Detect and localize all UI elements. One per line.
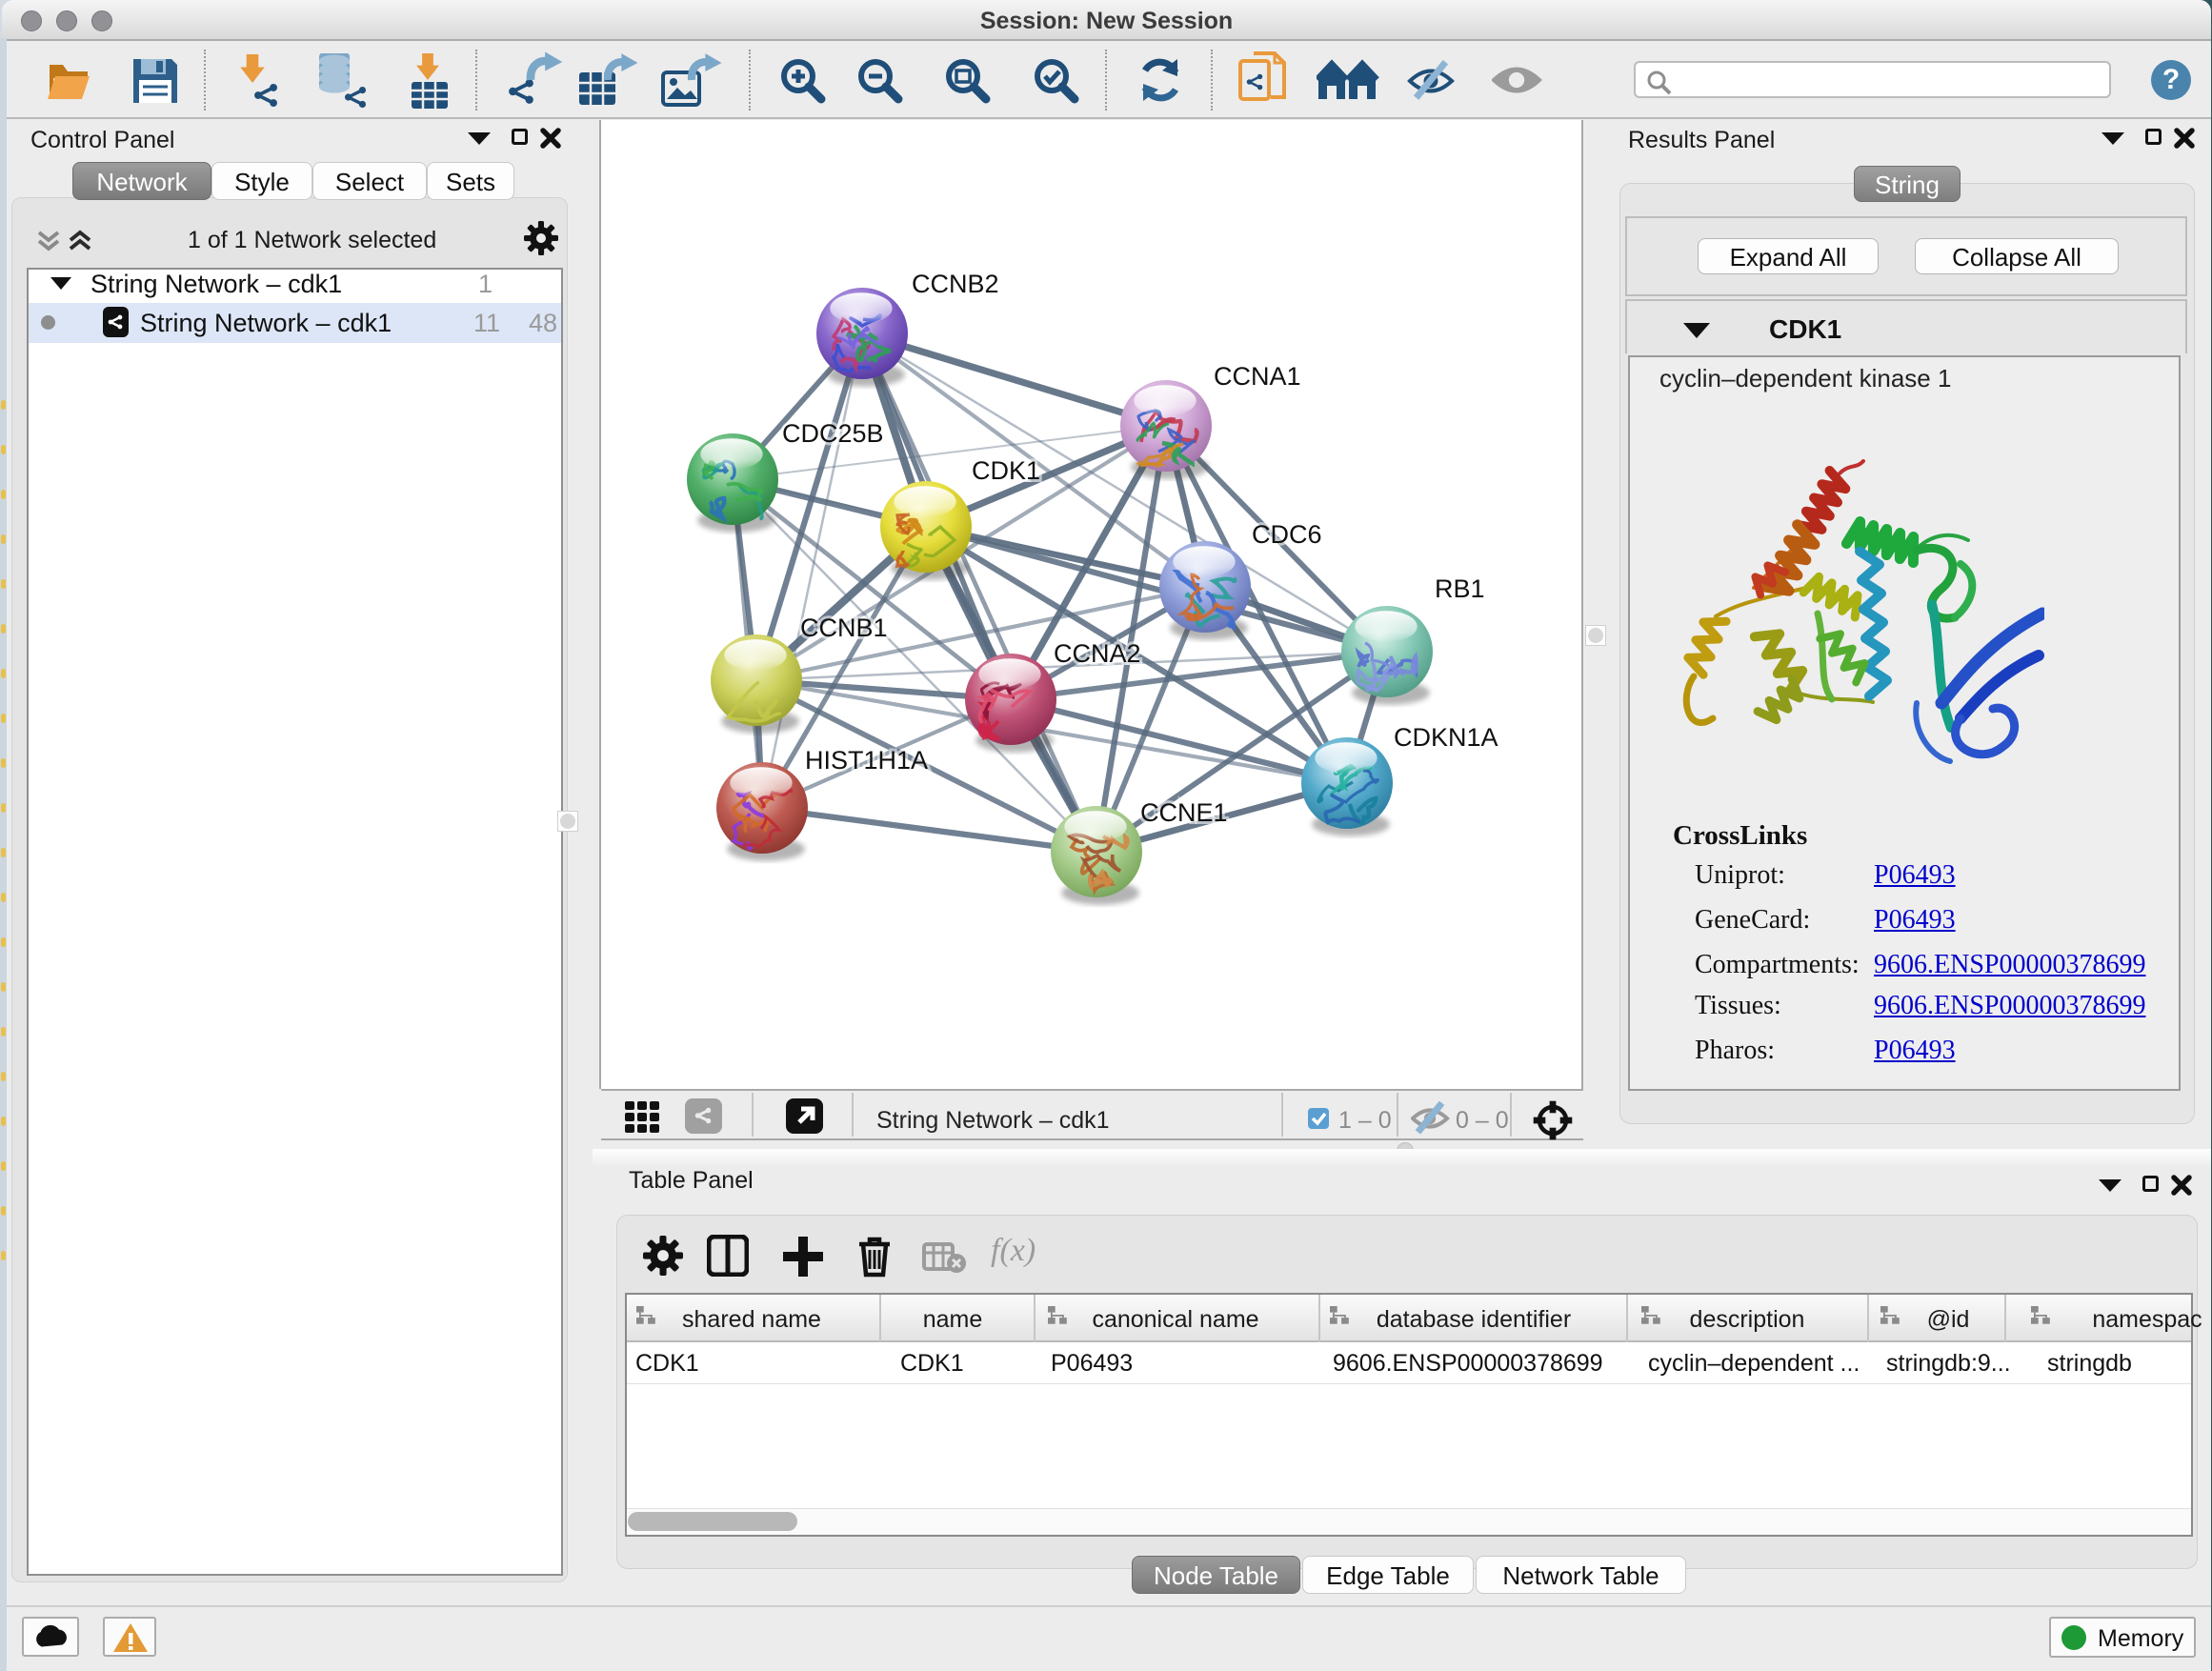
- svg-text:CCNA1: CCNA1: [1214, 362, 1301, 391]
- svg-text:CDK1: CDK1: [972, 456, 1040, 485]
- svg-text:RB1: RB1: [1435, 574, 1485, 603]
- svg-text:CCNB1: CCNB1: [800, 614, 888, 642]
- svg-text:CDKN1A: CDKN1A: [1394, 723, 1498, 752]
- svg-text:CDC6: CDC6: [1252, 520, 1322, 549]
- svg-text:CCNB2: CCNB2: [912, 270, 999, 298]
- svg-text:CCNA2: CCNA2: [1054, 639, 1141, 668]
- svg-text:HIST1H1A: HIST1H1A: [805, 746, 928, 775]
- svg-text:CCNE1: CCNE1: [1140, 798, 1228, 827]
- svg-text:CDC25B: CDC25B: [782, 419, 884, 448]
